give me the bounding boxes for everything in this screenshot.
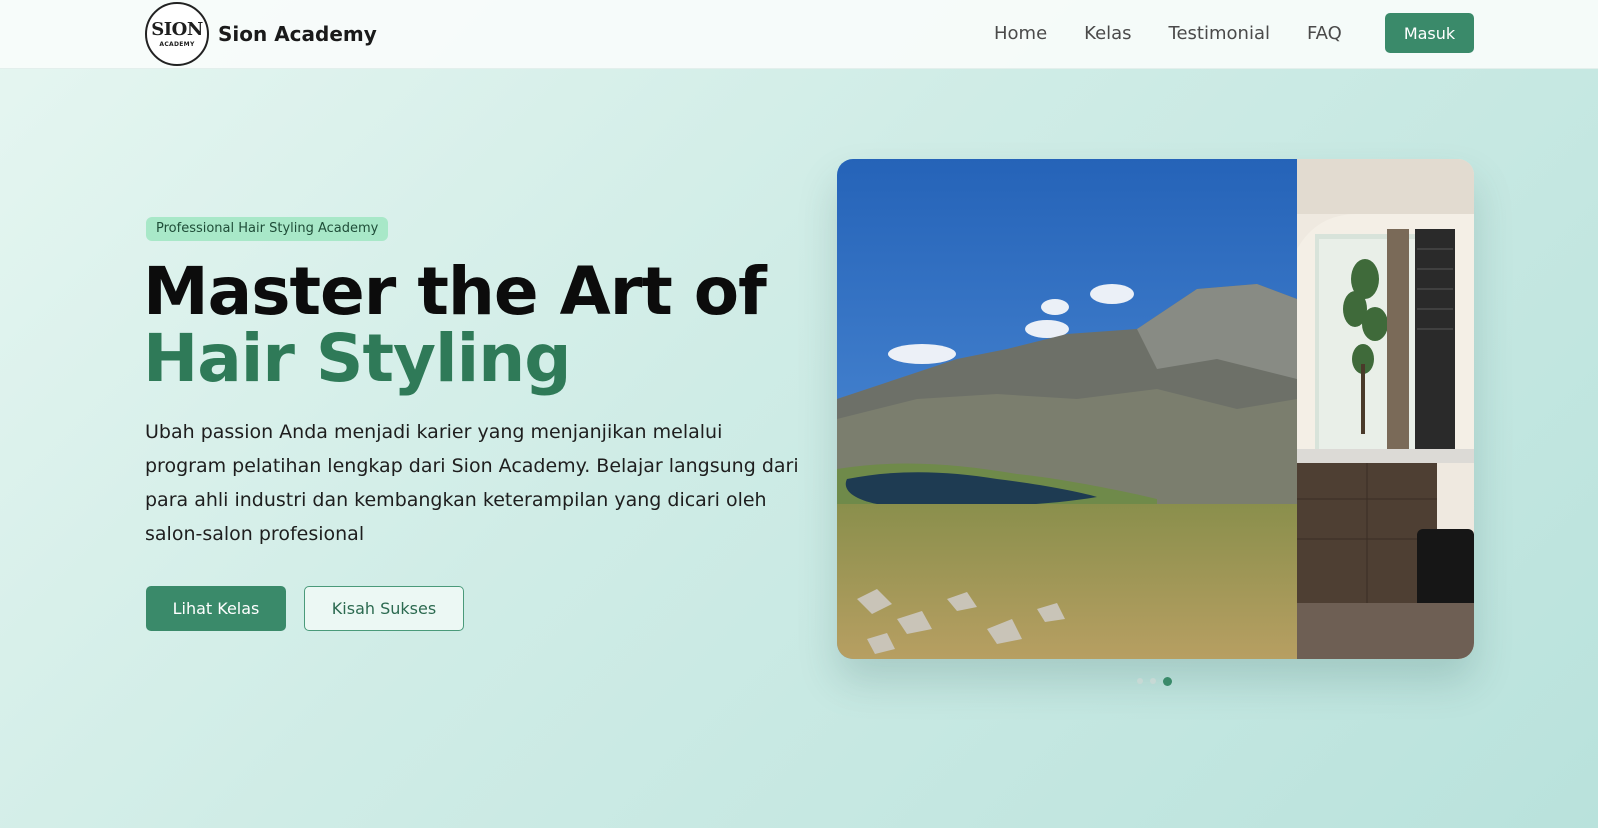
carousel-dot-3[interactable] xyxy=(1163,676,1172,686)
hero-badge: Professional Hair Styling Academy xyxy=(146,217,389,241)
carousel-slide-salon-image xyxy=(1297,159,1474,659)
lihat-kelas-button[interactable]: Lihat Kelas xyxy=(146,586,286,631)
headline-line-2: Hair Styling xyxy=(143,320,572,397)
headline-line-1: Master the Art of xyxy=(143,253,767,330)
kisah-sukses-button[interactable]: Kisah Sukses xyxy=(304,586,464,631)
logo-mark: SION xyxy=(151,18,203,40)
brand-name: Sion Academy xyxy=(218,22,377,46)
nav-link-testimonial[interactable]: Testimonial xyxy=(1169,23,1270,44)
carousel-dot-2[interactable] xyxy=(1150,678,1156,684)
brand-logo-link[interactable]: SION ACADEMY Sion Academy xyxy=(145,2,377,66)
hero-description: Ubah passion Anda menjadi karier yang me… xyxy=(145,421,799,545)
login-button[interactable]: Masuk xyxy=(1385,13,1474,53)
hero-headline: Master the Art of Hair Styling xyxy=(143,258,767,397)
nav-link-home[interactable]: Home xyxy=(994,23,1047,44)
hero-carousel[interactable] xyxy=(837,159,1474,659)
carousel-indicators xyxy=(1137,675,1172,687)
logo-subtext: ACADEMY xyxy=(159,40,195,48)
logo-emblem: SION ACADEMY xyxy=(145,2,209,66)
top-navbar: SION ACADEMY Sion Academy Home Kelas Tes… xyxy=(0,0,1598,69)
nav-link-faq[interactable]: FAQ xyxy=(1307,23,1342,44)
carousel-slide-mountain-image xyxy=(837,159,1297,659)
main-nav: Home Kelas Testimonial FAQ xyxy=(994,13,1379,53)
carousel-dot-1[interactable] xyxy=(1137,678,1143,684)
hero-section: SION ACADEMY Sion Academy Home Kelas Tes… xyxy=(0,0,1598,828)
nav-link-kelas[interactable]: Kelas xyxy=(1084,23,1131,44)
